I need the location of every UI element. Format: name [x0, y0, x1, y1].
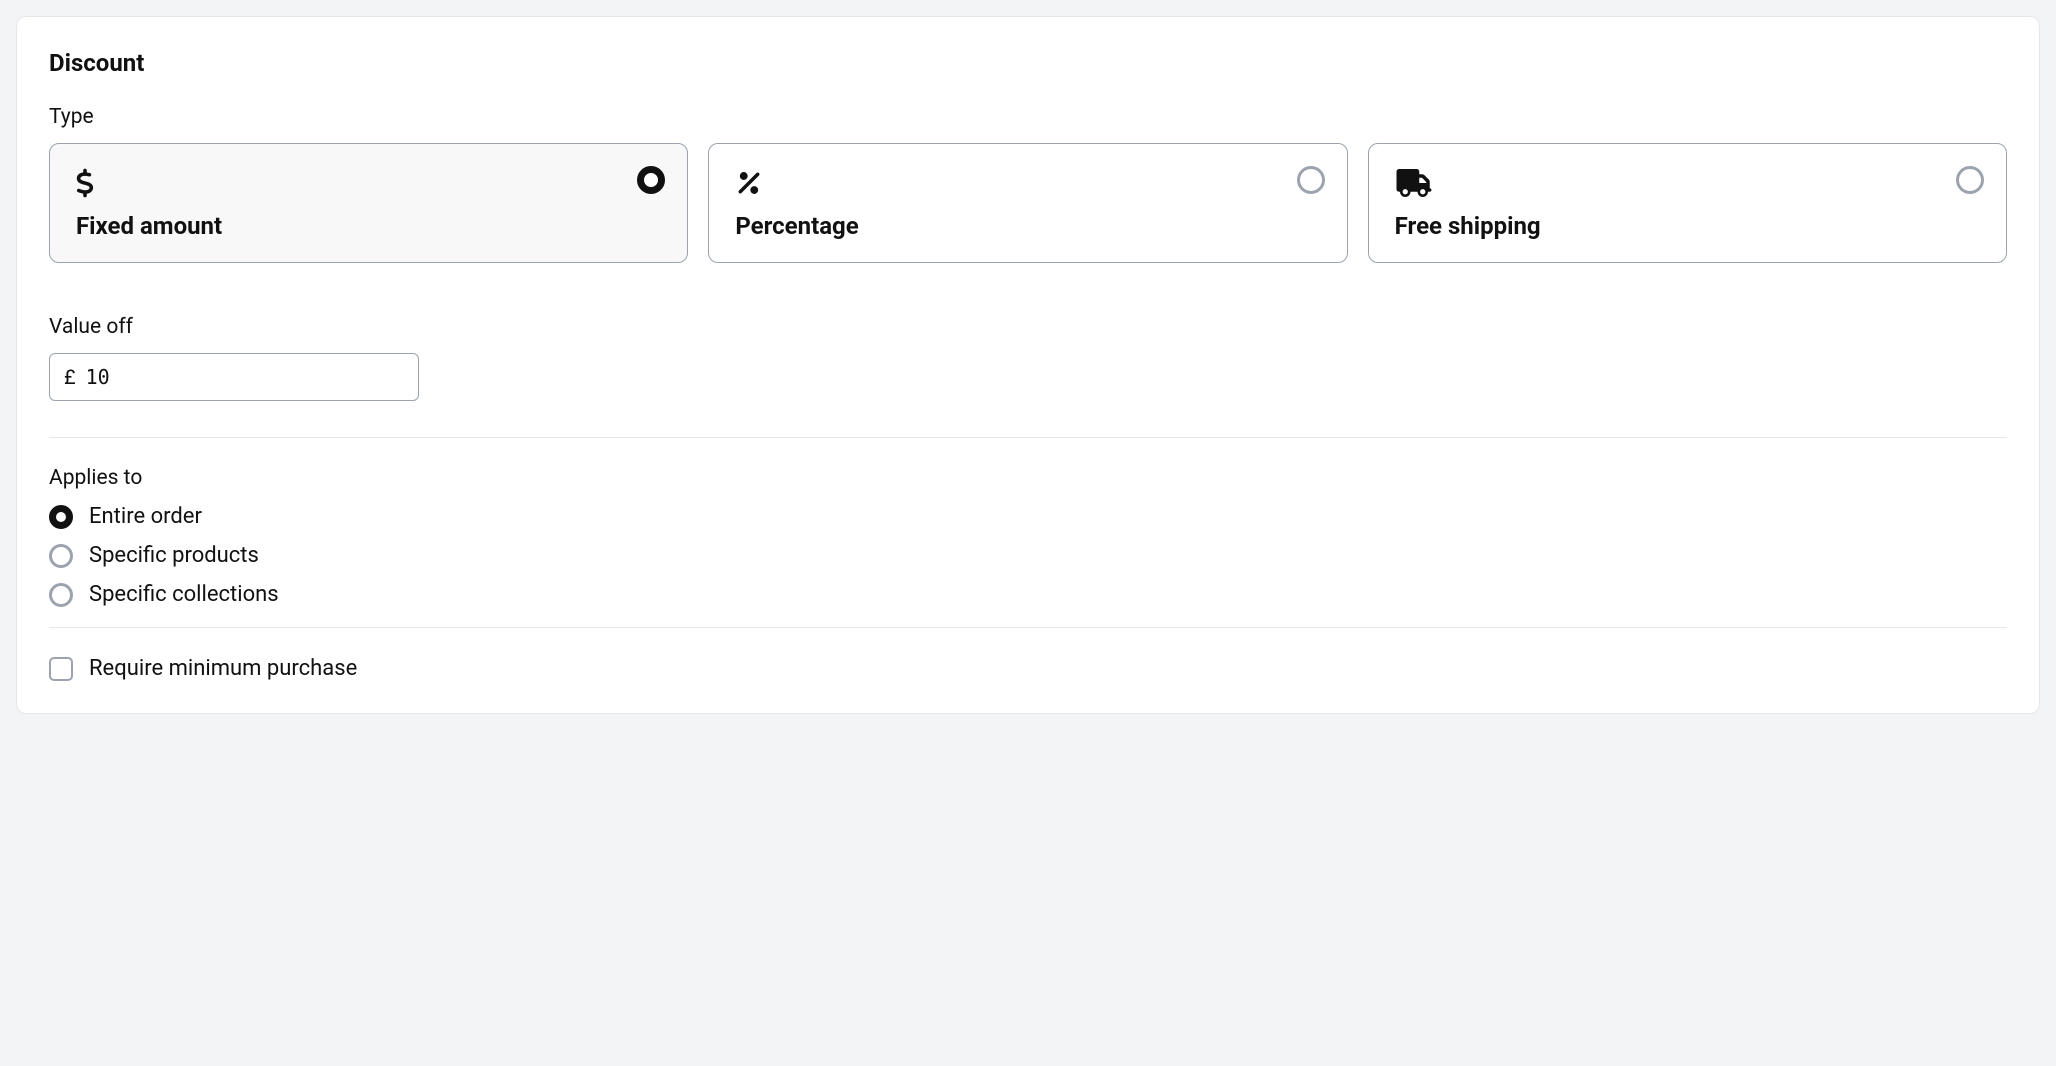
- divider: [49, 437, 2007, 438]
- checkbox-label: Require minimum purchase: [89, 656, 357, 681]
- require-min-purchase[interactable]: Require minimum purchase: [49, 656, 2007, 681]
- type-option-label: Fixed amount: [76, 212, 661, 240]
- dollar-icon: [76, 166, 661, 200]
- card-title: Discount: [49, 49, 2007, 77]
- radio-label: Specific collections: [89, 582, 279, 607]
- truck-icon: [1395, 166, 1980, 200]
- type-option-fixed-amount[interactable]: Fixed amount: [49, 143, 688, 263]
- type-option-label: Percentage: [735, 212, 1320, 240]
- applies-option-entire-order[interactable]: Entire order: [49, 504, 2007, 529]
- radio-label: Specific products: [89, 543, 259, 568]
- value-off-label: Value off: [49, 315, 2007, 339]
- type-label: Type: [49, 105, 2007, 129]
- radio-indicator: [49, 505, 73, 529]
- applies-to-list: Entire order Specific products Specific …: [49, 504, 2007, 607]
- type-option-percentage[interactable]: Percentage: [708, 143, 1347, 263]
- applies-option-specific-products[interactable]: Specific products: [49, 543, 2007, 568]
- value-off-input-wrap[interactable]: £: [49, 353, 419, 401]
- radio-indicator: [49, 583, 73, 607]
- applies-to-section: Applies to Entire order Specific product…: [49, 466, 2007, 607]
- applies-to-label: Applies to: [49, 466, 2007, 490]
- radio-indicator: [49, 544, 73, 568]
- percent-icon: [735, 166, 1320, 200]
- type-option-label: Free shipping: [1395, 212, 1980, 240]
- type-option-free-shipping[interactable]: Free shipping: [1368, 143, 2007, 263]
- radio-indicator: [1297, 166, 1325, 194]
- type-grid: Fixed amount Percentage Free shipping: [49, 143, 2007, 263]
- value-off-input[interactable]: [86, 365, 404, 389]
- currency-prefix: £: [64, 365, 76, 389]
- divider: [49, 627, 2007, 628]
- radio-label: Entire order: [89, 504, 202, 529]
- value-off-section: Value off £: [49, 315, 2007, 401]
- applies-option-specific-collections[interactable]: Specific collections: [49, 582, 2007, 607]
- radio-indicator: [1956, 166, 1984, 194]
- discount-card: Discount Type Fixed amount Percentage Fr…: [16, 16, 2040, 714]
- checkbox-indicator: [49, 657, 73, 681]
